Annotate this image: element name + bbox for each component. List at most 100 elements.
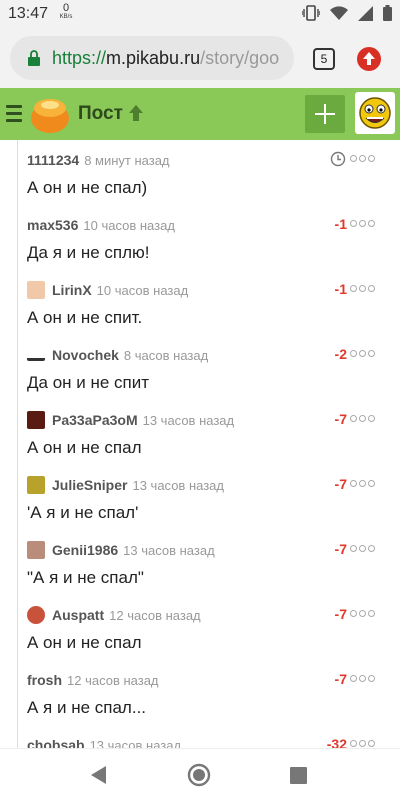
- comment: 1111234 8 минут назад А он и не спал): [27, 144, 377, 204]
- comment-header: Auspatt 12 часов назад: [27, 606, 201, 624]
- recent-apps-icon[interactable]: [290, 767, 307, 784]
- comment: Auspatt 12 часов назад -7 А он и не спал: [27, 599, 377, 659]
- comment-username[interactable]: Auspatt: [52, 607, 104, 623]
- comment-username[interactable]: JulieSniper: [52, 477, 127, 493]
- browser-toolbar: https://m.pikabu.ru/story/goo 5: [0, 28, 400, 88]
- avatar[interactable]: [27, 476, 45, 494]
- comment-rating: -1: [334, 281, 347, 297]
- comment-rating: -7: [334, 411, 347, 427]
- comment: Pa33aPa3oM 13 часов назад -7 А он и не с…: [27, 404, 377, 464]
- pikabu-logo[interactable]: [28, 94, 72, 134]
- vibrate-icon: [302, 5, 320, 21]
- more-options-icon[interactable]: [350, 155, 375, 162]
- more-options-icon[interactable]: [350, 610, 375, 617]
- comment-header: Pa33aPa3oM 13 часов назад: [27, 411, 234, 429]
- comment-time[interactable]: 12 часов назад: [109, 608, 201, 623]
- scroll-up-icon[interactable]: [128, 104, 144, 122]
- lock-icon: [28, 50, 40, 66]
- arrow-up-icon: [363, 52, 375, 65]
- wifi-icon: [330, 5, 348, 20]
- comment-text: "А я и не спал": [27, 568, 144, 587]
- comment-username[interactable]: chobsab: [27, 737, 85, 748]
- comment-time[interactable]: 13 часов назад: [123, 543, 215, 558]
- comment-username[interactable]: LirinX: [52, 282, 92, 298]
- clock-icon[interactable]: [330, 151, 346, 167]
- comment-text: А он и не спал: [27, 633, 142, 652]
- comment-username[interactable]: 1111234: [27, 152, 79, 168]
- page-title: Пост: [78, 103, 123, 124]
- comment-header: frosh 12 часов назад: [27, 671, 159, 689]
- network-speed-unit: KB/s: [59, 14, 73, 20]
- more-options-icon[interactable]: [350, 480, 375, 487]
- comment-text: 'А я и не спал': [27, 503, 139, 522]
- comment-username[interactable]: Genii1986: [52, 542, 118, 558]
- comment-username[interactable]: frosh: [27, 672, 62, 688]
- comment-rating: -7: [334, 606, 347, 622]
- comments-list: 1111234 8 минут назад А он и не спал) ma…: [0, 140, 400, 748]
- comment-text: Да я и не сплю!: [27, 243, 150, 262]
- add-post-button[interactable]: [305, 95, 345, 133]
- comment: frosh 12 часов назад -7 А я и не спал...: [27, 664, 377, 724]
- comment-rating: -7: [334, 476, 347, 492]
- comment: Novochek 8 часов назад -2 Да он и не спи…: [27, 339, 377, 399]
- comment-header: LirinX 10 часов назад: [27, 281, 188, 299]
- menu-icon[interactable]: [6, 105, 22, 123]
- battery-icon: [383, 5, 392, 21]
- comment-rating: -2: [334, 346, 347, 362]
- more-options-icon[interactable]: [350, 285, 375, 292]
- user-avatar-button[interactable]: [355, 92, 395, 134]
- comment-text: А он и не спал: [27, 438, 142, 457]
- home-icon[interactable]: [187, 763, 211, 787]
- comment-rating: -1: [334, 216, 347, 232]
- more-options-icon[interactable]: [350, 675, 375, 682]
- comment: Genii1986 13 часов назад -7 "А я и не сп…: [27, 534, 377, 594]
- more-options-icon[interactable]: [350, 545, 375, 552]
- comment: chobsab 13 часов назад -32: [27, 729, 377, 748]
- comment-header: JulieSniper 13 часов назад: [27, 476, 224, 494]
- status-icons: [302, 5, 392, 21]
- comment: JulieSniper 13 часов назад -7 'А я и не …: [27, 469, 377, 529]
- comment-rating: -7: [334, 541, 347, 557]
- more-options-icon[interactable]: [350, 415, 375, 422]
- more-options-icon[interactable]: [350, 740, 375, 747]
- comment-header: 1111234 8 минут назад: [27, 151, 170, 169]
- avatar[interactable]: [27, 355, 45, 361]
- comment-time[interactable]: 8 часов назад: [124, 348, 208, 363]
- comment-username[interactable]: max536: [27, 217, 78, 233]
- avatar[interactable]: [27, 411, 45, 429]
- url-path: /story/goo: [200, 48, 280, 68]
- comment-time[interactable]: 8 минут назад: [84, 153, 169, 168]
- tab-switcher-button[interactable]: 5: [313, 48, 335, 70]
- more-options-icon[interactable]: [350, 220, 375, 227]
- address-bar[interactable]: https://m.pikabu.ru/story/goo: [10, 36, 294, 80]
- comment-time[interactable]: 10 часов назад: [83, 218, 175, 233]
- avatar[interactable]: [27, 541, 45, 559]
- url-host: m.pikabu.ru: [106, 48, 201, 68]
- url-scheme: https://: [52, 48, 107, 68]
- comment-text: А я и не спал...: [27, 698, 147, 717]
- network-speed: 0 KB/s: [59, 3, 73, 21]
- more-options-icon[interactable]: [350, 350, 375, 357]
- back-icon[interactable]: [89, 765, 107, 785]
- comment: LirinX 10 часов назад -1 А он и не спит.: [27, 274, 377, 334]
- comment-header: Novochek 8 часов назад: [27, 346, 208, 364]
- avatar: [359, 97, 391, 129]
- comment-header: chobsab 13 часов назад: [27, 736, 181, 748]
- comment-header: max536 10 часов назад: [27, 216, 175, 234]
- avatar[interactable]: [27, 281, 45, 299]
- comment-time[interactable]: 13 часов назад: [132, 478, 224, 493]
- thread-line: [17, 140, 18, 748]
- signal-icon: [358, 5, 373, 21]
- url-text[interactable]: https://m.pikabu.ru/story/goo: [52, 48, 288, 69]
- avatar[interactable]: [27, 606, 45, 624]
- comment-text: Да он и не спит: [27, 373, 150, 392]
- comment-username[interactable]: Pa33aPa3oM: [52, 412, 138, 428]
- status-time: 13:47: [8, 5, 49, 22]
- comment-time[interactable]: 13 часов назад: [143, 413, 235, 428]
- extension-button[interactable]: [357, 47, 381, 71]
- comment-header: Genii1986 13 часов назад: [27, 541, 215, 559]
- comment-time[interactable]: 12 часов назад: [67, 673, 159, 688]
- comment-time[interactable]: 10 часов назад: [97, 283, 189, 298]
- comment-time[interactable]: 13 часов назад: [90, 738, 182, 749]
- comment-username[interactable]: Novochek: [52, 347, 119, 363]
